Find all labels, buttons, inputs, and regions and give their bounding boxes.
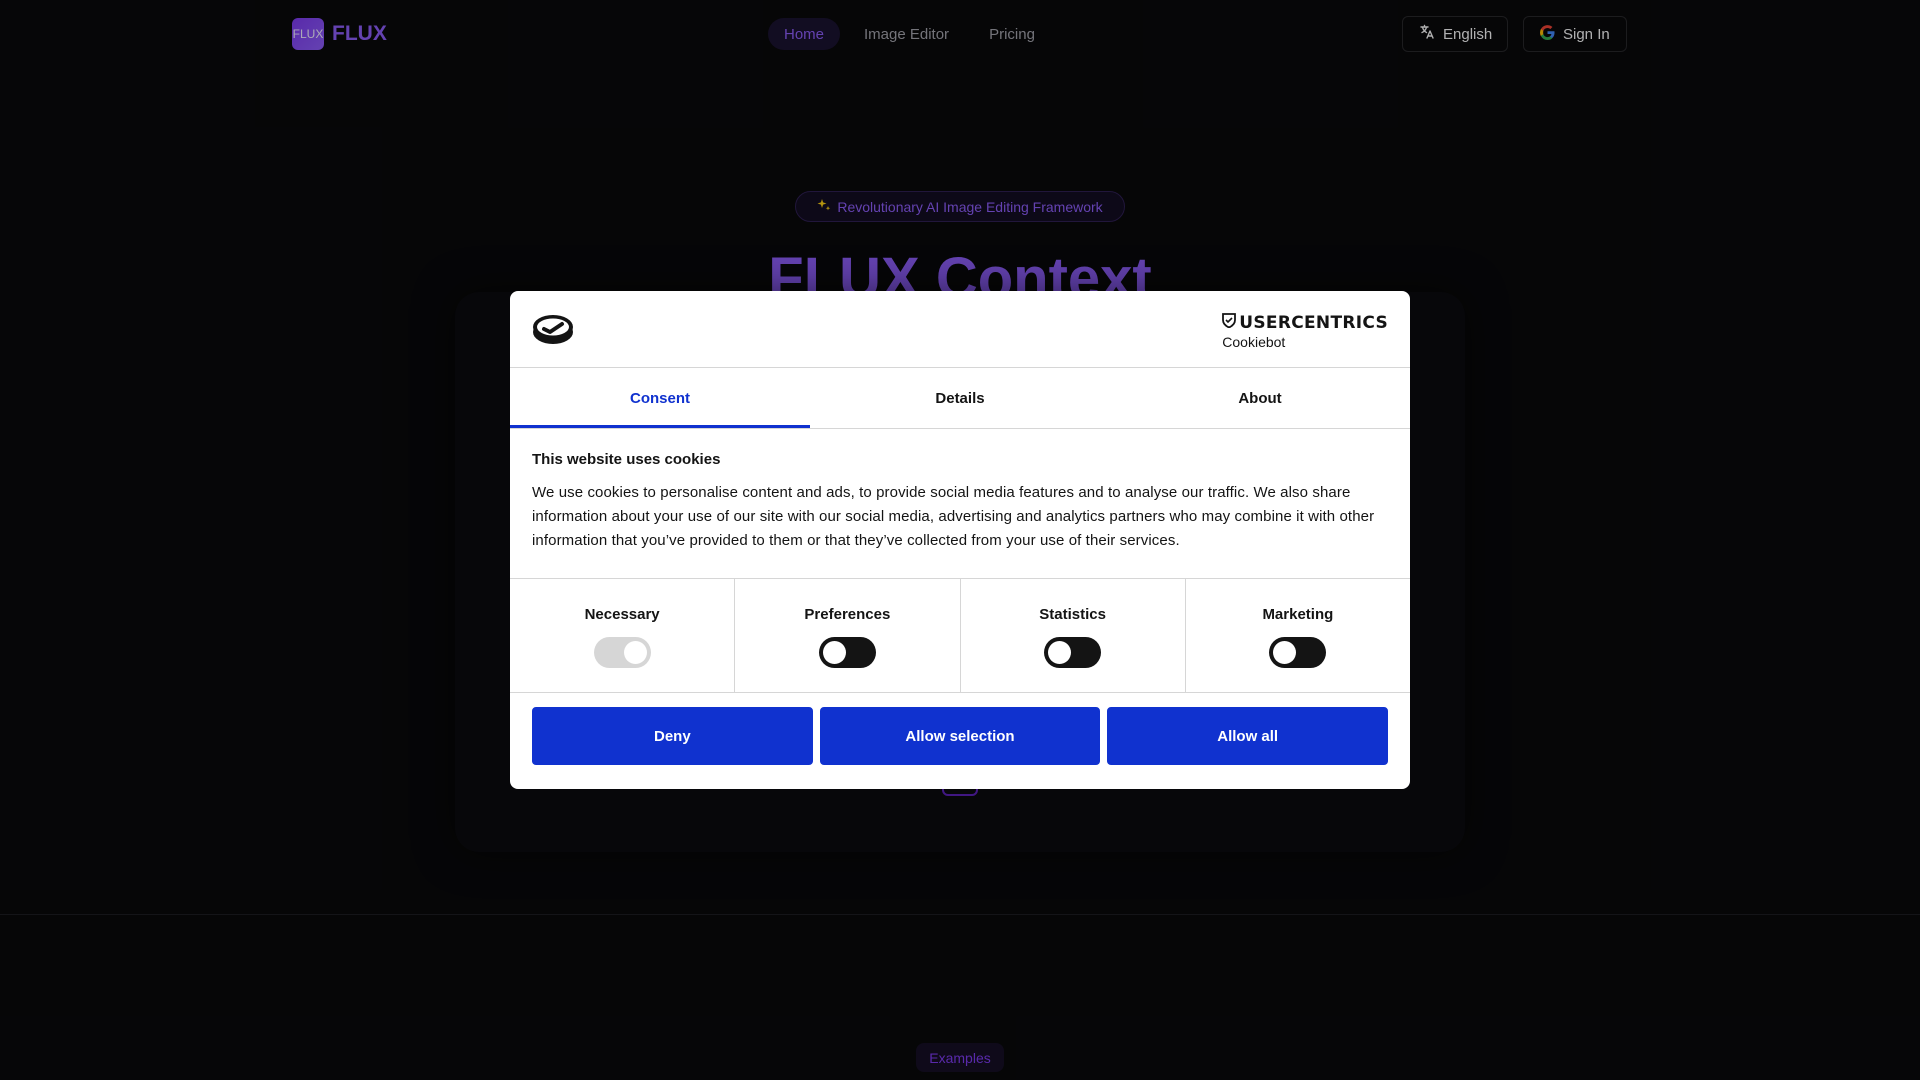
toggle-statistics: Statistics [961, 579, 1186, 692]
tab-consent[interactable]: Consent [510, 368, 810, 428]
allow-selection-button[interactable]: Allow selection [819, 707, 1101, 765]
deny-button[interactable]: Deny [532, 707, 813, 765]
dialog-title: This website uses cookies [532, 451, 721, 468]
cookiebot-logo-icon [532, 312, 574, 351]
shield-icon [1222, 313, 1237, 333]
allow-all-button[interactable]: Allow all [1107, 707, 1389, 765]
preferences-switch[interactable] [818, 637, 876, 668]
marketing-switch[interactable] [1269, 637, 1327, 668]
toggle-marketing: Marketing [1186, 579, 1410, 692]
brand-usercentrics: USERCENTRICS [1239, 313, 1388, 333]
tab-details[interactable]: Details [810, 368, 1110, 428]
dialog-actions: Deny Allow selection Allow all [532, 707, 1389, 765]
tab-about[interactable]: About [1110, 368, 1410, 428]
consent-toggles: Necessary Preferences Statistics Marketi… [510, 578, 1410, 693]
necessary-switch [593, 637, 651, 668]
toggle-preferences: Preferences [735, 579, 961, 692]
toggle-label-marketing: Marketing [1262, 606, 1334, 623]
toggle-necessary: Necessary [510, 579, 736, 692]
cookie-consent-dialog: USERCENTRICS Cookiebot Consent Details A… [510, 291, 1410, 789]
dialog-description: We use cookies to personalise content an… [532, 484, 1375, 549]
toggle-label-preferences: Preferences [804, 606, 891, 623]
usercentrics-brand[interactable]: USERCENTRICS Cookiebot [1222, 313, 1388, 350]
dialog-header: USERCENTRICS Cookiebot [510, 291, 1410, 368]
toggle-label-statistics: Statistics [1039, 606, 1106, 623]
brand-cookiebot: Cookiebot [1222, 334, 1286, 350]
toggle-label-necessary: Necessary [584, 606, 660, 623]
dialog-body: This website uses cookies We use cookies… [532, 451, 1388, 553]
statistics-switch[interactable] [1044, 637, 1102, 668]
dialog-tabs: Consent Details About [510, 368, 1410, 429]
page: FLUX FLUX Home Image Editor Pricing Engl… [0, 0, 1920, 1080]
